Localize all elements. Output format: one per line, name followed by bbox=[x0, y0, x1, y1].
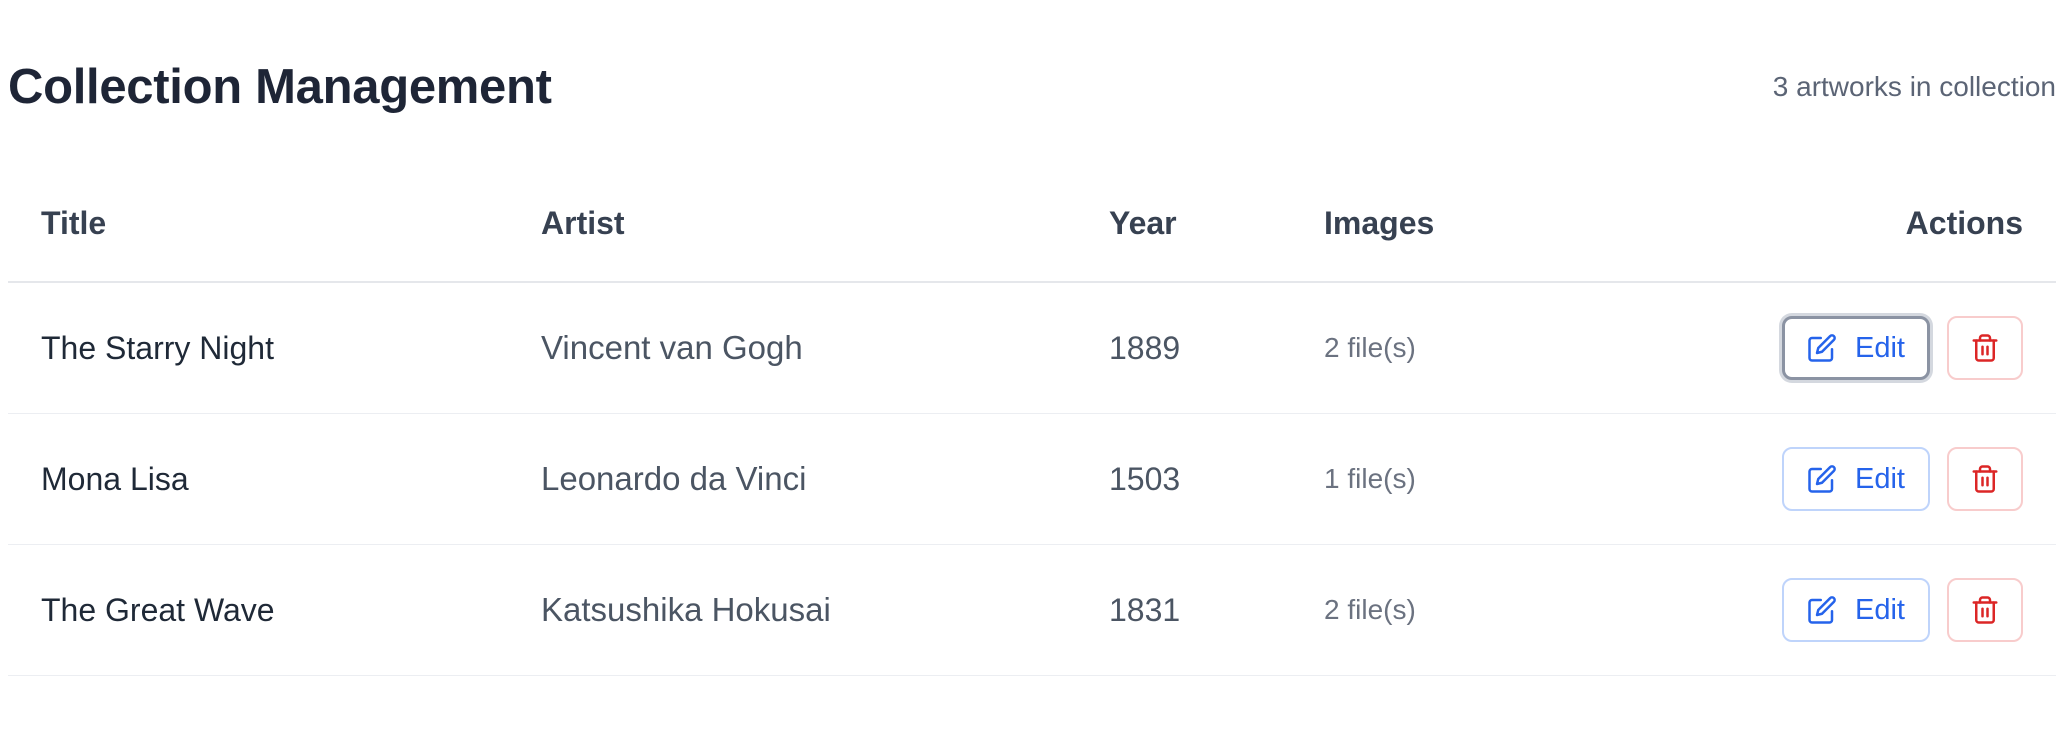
edit-button[interactable]: Edit bbox=[1782, 447, 1930, 511]
table-body: The Starry Night Vincent van Gogh 1889 2… bbox=[8, 282, 2056, 676]
artwork-title: Mona Lisa bbox=[8, 413, 541, 545]
edit-icon bbox=[1807, 595, 1837, 625]
header-row: Title Artist Year Images Actions bbox=[8, 165, 2056, 283]
artwork-artist: Leonardo da Vinci bbox=[541, 413, 1109, 545]
edit-button[interactable]: Edit bbox=[1782, 578, 1930, 642]
row-actions: Edit bbox=[1724, 413, 2056, 545]
delete-button[interactable] bbox=[1947, 578, 2023, 642]
column-header-artist: Artist bbox=[541, 165, 1109, 283]
column-header-images: Images bbox=[1324, 165, 1724, 283]
table-header: Title Artist Year Images Actions bbox=[8, 165, 2056, 283]
artwork-year: 1503 bbox=[1109, 413, 1324, 545]
artwork-year: 1889 bbox=[1109, 282, 1324, 414]
row-actions: Edit bbox=[1724, 544, 2056, 676]
column-header-year: Year bbox=[1109, 165, 1324, 283]
edit-button-label: Edit bbox=[1855, 462, 1905, 495]
artwork-images: 2 file(s) bbox=[1324, 282, 1724, 414]
edit-button[interactable]: Edit bbox=[1782, 316, 1930, 380]
actions-group: Edit bbox=[1724, 578, 2023, 642]
column-header-title: Title bbox=[8, 165, 541, 283]
artwork-artist: Vincent van Gogh bbox=[541, 282, 1109, 414]
artwork-title: The Great Wave bbox=[8, 544, 541, 676]
trash-icon bbox=[1970, 333, 2000, 363]
edit-icon bbox=[1807, 464, 1837, 494]
edit-button-label: Edit bbox=[1855, 593, 1905, 626]
table-row: Mona Lisa Leonardo da Vinci 1503 1 file(… bbox=[8, 413, 2056, 545]
delete-button[interactable] bbox=[1947, 447, 2023, 511]
artworks-table: Title Artist Year Images Actions The Sta… bbox=[8, 165, 2056, 676]
trash-icon bbox=[1970, 464, 2000, 494]
actions-group: Edit bbox=[1724, 447, 2023, 511]
table-row: The Starry Night Vincent van Gogh 1889 2… bbox=[8, 282, 2056, 414]
table-row: The Great Wave Katsushika Hokusai 1831 2… bbox=[8, 544, 2056, 676]
column-header-actions: Actions bbox=[1724, 165, 2056, 283]
artwork-year: 1831 bbox=[1109, 544, 1324, 676]
page-title: Collection Management bbox=[8, 60, 552, 114]
edit-icon bbox=[1807, 333, 1837, 363]
trash-icon bbox=[1970, 595, 2000, 625]
actions-group: Edit bbox=[1724, 316, 2023, 380]
artwork-images: 1 file(s) bbox=[1324, 413, 1724, 545]
artwork-count: 3 artworks in collection bbox=[1772, 71, 2056, 102]
collection-management-page: Collection Management 3 artworks in coll… bbox=[0, 0, 2072, 748]
artwork-title: The Starry Night bbox=[8, 282, 541, 414]
page-header: Collection Management 3 artworks in coll… bbox=[8, 52, 2056, 122]
row-actions: Edit bbox=[1724, 282, 2056, 414]
delete-button[interactable] bbox=[1947, 316, 2023, 380]
edit-button-label: Edit bbox=[1855, 331, 1905, 364]
artwork-images: 2 file(s) bbox=[1324, 544, 1724, 676]
artwork-artist: Katsushika Hokusai bbox=[541, 544, 1109, 676]
